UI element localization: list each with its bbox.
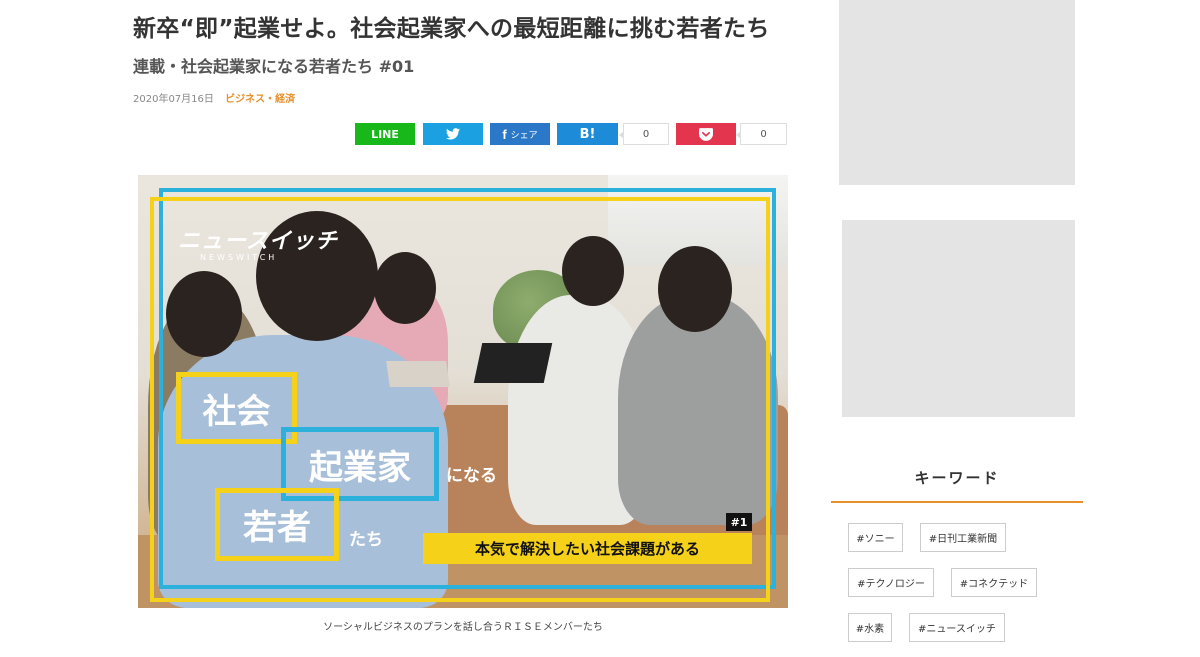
publish-date: 2020年07月16日 [133,94,214,105]
twitter-share-button[interactable] [423,123,483,145]
keyword-tag[interactable]: #日刊工業新聞 [920,523,1006,552]
keyword-tag[interactable]: #ニュースイッチ [909,613,1005,642]
article-title: 新卒“即”起業せよ。社会起業家への最短距離に挑む若者たち [133,16,770,42]
keyword-tag[interactable]: #コネクテッド [951,568,1037,597]
sidebar-ad-slot[interactable] [839,0,1075,185]
hero-suffix-tachi: たち [349,530,383,550]
hero-banner: 本気で解決したい社会課題がある [423,533,752,564]
hero-word-wakamono: 若者 [215,488,339,561]
line-share-label: LINE [371,127,399,141]
line-share-button[interactable]: LINE [355,123,415,145]
hatena-bookmark-count: 0 [619,123,669,145]
pocket-icon [699,127,713,141]
facebook-share-button[interactable]: f シェア [490,123,550,145]
keyword-tag[interactable]: #テクノロジー [848,568,934,597]
newswitch-logo: ニュースイッチ [178,229,338,254]
sidebar-ad-slot[interactable] [842,220,1075,417]
twitter-bird-icon [446,128,460,140]
hatena-bookmark-button[interactable]: B! [557,123,618,145]
episode-badge: #1 [726,513,752,531]
newswitch-logo-sub: NEWSWITCH [200,253,278,262]
image-caption: ソーシャルビジネスのプランを話し合うＲＩＳＥメンバーたち [323,622,603,633]
hero-suffix-naru: になる [446,466,497,486]
pocket-count: 0 [736,123,787,145]
hero-word-shakai: 社会 [176,372,297,444]
keyword-tag[interactable]: #水素 [848,613,892,642]
keyword-heading: キーワード [914,469,1000,487]
facebook-f-icon: f [502,126,507,142]
category-link[interactable]: ビジネス・経済 [225,94,295,105]
article-meta: 2020年07月16日 ビジネス・経済 [133,90,295,105]
pocket-save-button[interactable] [676,123,736,145]
hatena-bookmark-label: B! [579,126,596,142]
keyword-divider [831,501,1083,503]
article-hero-image: ニュースイッチ NEWSWITCH 社会 起業家 になる 若者 たち #1 本気… [138,175,788,608]
facebook-share-label: シェア [510,130,538,141]
article-series-subtitle[interactable]: 連載・社会起業家になる若者たち #01 [133,53,414,77]
keyword-tag[interactable]: #ソニー [848,523,903,552]
